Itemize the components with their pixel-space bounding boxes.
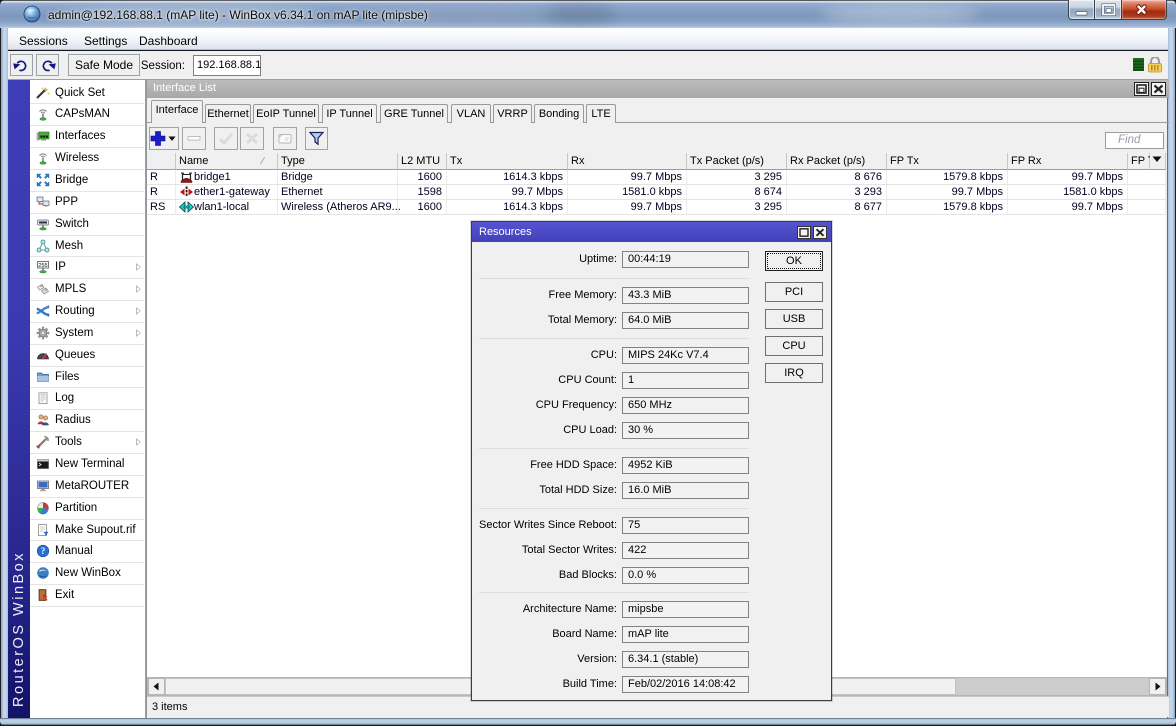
svg-text:?: ? [41, 547, 46, 557]
svg-text:255: 255 [38, 263, 47, 269]
